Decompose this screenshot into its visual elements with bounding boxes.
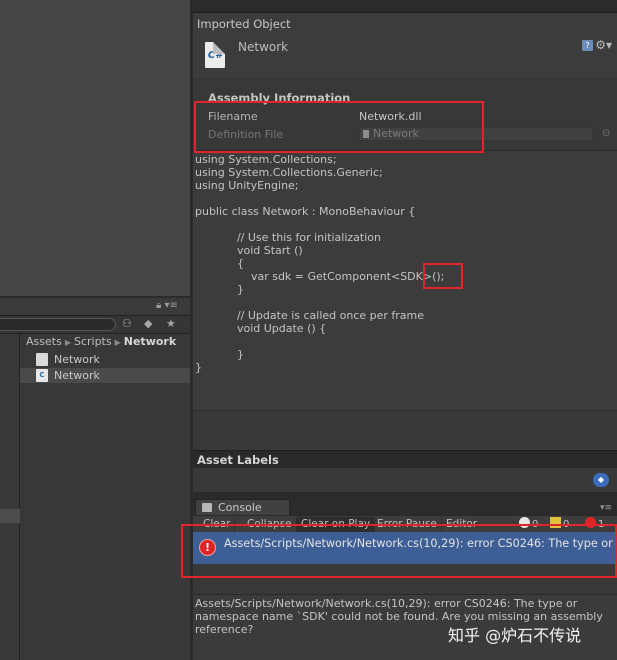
object-picker-icon[interactable]: ⊙ — [602, 128, 610, 139]
annotation-box-filename — [194, 101, 484, 153]
asset-item-label: Network — [54, 369, 100, 382]
project-search-row: ⚇ ◆ ★ — [0, 316, 190, 334]
asset-item-network-folder[interactable]: Network — [20, 352, 190, 367]
asset-labels-body: ◆ — [193, 468, 617, 492]
script-preview: using System.Collections; using System.Co… — [193, 150, 617, 410]
object-name: Network — [238, 40, 289, 54]
code-line: } — [195, 361, 202, 374]
code-line: var sdk = GetComponent<SDK>(); — [195, 270, 445, 283]
gear-icon[interactable]: ⚙▾ — [595, 38, 612, 52]
tree-selected-item[interactable] — [0, 509, 20, 523]
favorite-star-icon[interactable]: ★ — [166, 317, 176, 330]
breadcrumb-scripts[interactable]: Scripts — [74, 335, 112, 348]
code-lines: using System.Collections; using System.Co… — [195, 153, 444, 374]
code-line: public class Network : MonoBehaviour { — [195, 205, 416, 218]
tab-console[interactable]: Console — [195, 499, 290, 516]
code-line: void Start () — [195, 244, 303, 257]
annotation-box-error — [181, 524, 617, 578]
code-line: // Use this for initialization — [195, 231, 381, 244]
code-line: { — [195, 257, 244, 270]
lock-icon[interactable]: 🔒︎ ▾≡ — [156, 300, 178, 311]
breadcrumb-network[interactable]: Network — [124, 335, 176, 348]
asset-item-label: Network — [54, 353, 100, 366]
code-line: } — [195, 283, 244, 296]
project-toolbar: 🔒︎ ▾≡ — [0, 298, 190, 316]
filter-by-type-icon[interactable]: ⚇ — [122, 317, 132, 330]
asset-item-network-script[interactable]: C Network — [20, 368, 190, 383]
console-icon — [202, 503, 212, 512]
code-line: // Update is called once per frame — [195, 309, 425, 322]
code-line: using System.Collections; — [195, 153, 337, 166]
breadcrumb-assets[interactable]: Assets — [26, 335, 62, 348]
asset-labels-header: Asset Labels — [193, 450, 617, 468]
watermark: 知乎 @炉石不传说 — [448, 626, 582, 645]
tab-console-label: Console — [218, 501, 262, 514]
object-header: C# Network ? ⚙▾ — [193, 34, 617, 78]
inspector-empty-space — [193, 410, 617, 450]
hierarchy-panel — [0, 0, 190, 296]
annotation-box-sdk — [423, 263, 463, 289]
code-line: } — [195, 348, 244, 361]
project-search-input[interactable] — [0, 318, 116, 331]
help-icon[interactable]: ? — [582, 40, 593, 51]
code-line: using System.Collections.Generic; — [195, 166, 383, 179]
code-line: using UnityEngine; — [195, 179, 299, 192]
code-line: void Update () { — [195, 322, 327, 335]
filter-by-label-icon[interactable]: ◆ — [144, 317, 152, 330]
console-tab-bar: Console ▾≡ — [193, 495, 617, 516]
csharp-script-icon: C — [36, 369, 48, 382]
csharp-file-icon: C# — [205, 42, 225, 68]
tag-icon[interactable]: ◆ — [593, 473, 609, 487]
project-tree — [0, 334, 20, 660]
breadcrumb: Assets ▶ Scripts ▶ Network — [26, 335, 177, 348]
tab-menu-icon[interactable]: ▾≡ — [600, 503, 612, 513]
inspector-header: Imported Object — [193, 12, 617, 34]
script-file-icon — [36, 353, 48, 366]
